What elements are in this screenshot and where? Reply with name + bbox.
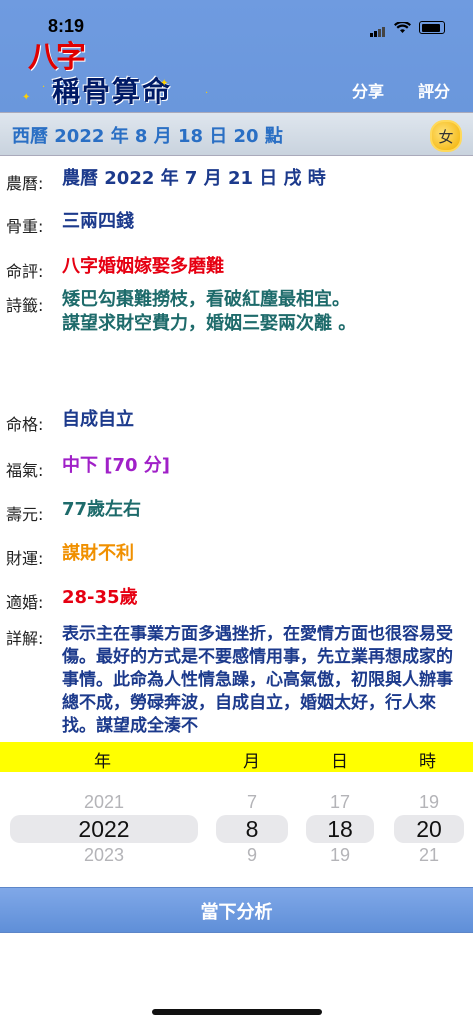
destiny-pattern-value: 自成自立: [62, 409, 134, 430]
fate-comment-value: 八字婚姻嫁娶多磨難: [62, 256, 224, 277]
row-label: 農曆:: [6, 174, 44, 193]
marriage-age-value: 28-35歲: [62, 587, 138, 608]
picker-header-day: 日: [331, 752, 348, 772]
row-label: 命格:: [6, 415, 44, 434]
lunar-date-value: 農曆 2022 年 7 月 21 日 戌 時: [62, 168, 326, 189]
logo-title-text: 稱骨算命: [52, 75, 173, 108]
analyze-now-button[interactable]: 當下分析: [0, 887, 473, 933]
solar-date: 西曆 2022 年 8 月 18 日 20 點: [12, 126, 283, 147]
fortune-value: 中下 [70 分]: [62, 455, 171, 476]
wifi-icon: [394, 21, 411, 33]
date-time-picker[interactable]: 2021 2022 2023 7 8 9 17 18 19 19 20 21: [0, 772, 473, 887]
hour-option[interactable]: 21: [394, 845, 464, 866]
poem-line-1: 矮巴勾棗難撈枝，看破紅塵最相宜。: [62, 289, 350, 310]
home-indicator[interactable]: [152, 1009, 322, 1015]
year-selected[interactable]: 2022: [10, 816, 198, 843]
month-option[interactable]: 9: [216, 845, 288, 866]
sparkle-icon: ✦: [22, 92, 31, 103]
sparkle-icon: ✦: [160, 78, 169, 89]
share-button[interactable]: 分享: [352, 78, 384, 102]
picker-header-hour: 時: [419, 752, 436, 772]
battery-icon: [419, 21, 445, 34]
gender-toggle-button[interactable]: 女: [430, 120, 462, 152]
sparkle-icon: ·: [205, 88, 209, 99]
rate-button[interactable]: 評分: [418, 78, 450, 102]
cellular-signal-icon: [370, 18, 386, 37]
detail-row: 詳解: 表示主在事業方面多遇挫折，在愛情方面也很容易受傷。最好的方式是不要感情用…: [6, 625, 468, 742]
row-label: 骨重:: [6, 217, 44, 236]
picker-header-month: 月: [243, 752, 260, 772]
row-label: 適婚:: [6, 593, 44, 612]
row-label: 壽元:: [6, 505, 44, 524]
year-option[interactable]: 2021: [10, 792, 198, 813]
bone-weight-value: 三兩四錢: [62, 211, 134, 232]
day-option[interactable]: 19: [306, 845, 374, 866]
app-header: 8:19 八字 稱骨算命 ✦ · ✦ · 分享 評分: [0, 0, 473, 112]
row-label: 詳解:: [6, 629, 44, 648]
month-option[interactable]: 7: [216, 792, 288, 813]
hour-selected[interactable]: 20: [394, 816, 464, 843]
analyze-now-label: 當下分析: [200, 902, 273, 923]
row-label: 命評:: [6, 262, 44, 281]
day-option[interactable]: 17: [306, 792, 374, 813]
row-label: 福氣:: [6, 461, 44, 480]
year-option[interactable]: 2023: [10, 845, 198, 866]
picker-header-year: 年: [94, 752, 111, 772]
hour-option[interactable]: 19: [394, 792, 464, 813]
month-selected[interactable]: 8: [216, 816, 288, 843]
status-icons: [370, 18, 445, 37]
row-label: 財運:: [6, 549, 44, 568]
sparkle-icon: ·: [42, 82, 46, 93]
wealth-value: 謀財不利: [62, 543, 134, 564]
lifespan-value: 77歲左右: [62, 499, 142, 520]
poem-line-2: 謀望求財空費力，婚姻三娶兩次離 。: [62, 313, 357, 334]
detail-text: 表示主在事業方面多遇挫折，在愛情方面也很容易受傷。最好的方式是不要感情用事，先立…: [62, 625, 453, 736]
row-label: 詩籤:: [6, 296, 44, 315]
day-selected[interactable]: 18: [306, 816, 374, 843]
solar-date-bar: 西曆 2022 年 8 月 18 日 20 點: [0, 112, 473, 156]
picker-header: 年 月 日 時: [0, 742, 473, 772]
